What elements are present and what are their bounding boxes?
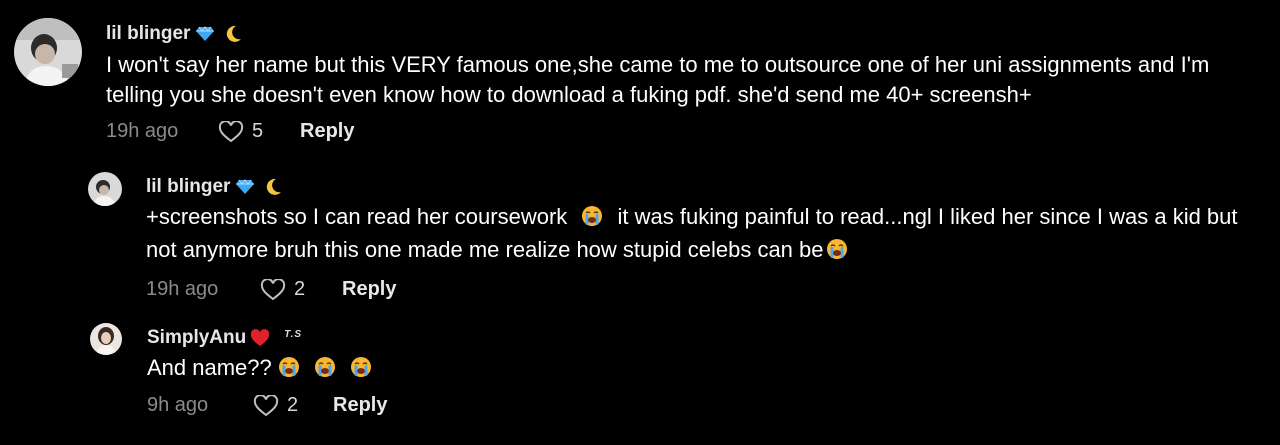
like-count: 5	[252, 120, 264, 142]
like-count: 2	[294, 278, 306, 300]
comment-author[interactable]: SimplyAnu	[147, 327, 246, 349]
red-heart-icon	[250, 329, 270, 347]
like-button[interactable]: 2	[253, 394, 333, 417]
comment-meta: 19h ago 5 Reply	[106, 120, 1246, 143]
comment-author-line: lil blinger	[106, 18, 1246, 50]
like-button[interactable]: 2	[260, 278, 342, 301]
loudly-crying-face-icon	[581, 205, 603, 235]
comment: lil blinger I won't say her name but thi…	[14, 18, 1246, 143]
ts-mark: T.S	[284, 328, 303, 340]
comment-author[interactable]: lil blinger	[106, 23, 190, 45]
reply-button[interactable]: Reply	[300, 120, 354, 143]
like-count: 2	[287, 394, 299, 416]
avatar[interactable]	[88, 172, 122, 206]
comment-text-part1: +screenshots so I can read her coursewor…	[146, 204, 568, 229]
comment-meta: 19h ago 2 Reply	[146, 278, 1256, 301]
loudly-crying-face-icon	[314, 356, 336, 386]
comment-text: I won't say her name but this VERY famou…	[106, 52, 1210, 107]
loudly-crying-face-icon	[278, 356, 300, 386]
avatar[interactable]	[14, 18, 82, 86]
diamond-icon	[196, 26, 215, 42]
heart-outline-icon	[260, 278, 286, 300]
comment-thread: lil blinger I won't say her name but thi…	[0, 0, 1280, 445]
like-button[interactable]: 5	[218, 120, 300, 143]
loudly-crying-face-icon	[350, 356, 372, 386]
comment-author-line: lil blinger	[146, 172, 1256, 202]
comment-text: +screenshots so I can read her coursewor…	[146, 202, 1256, 268]
comment-timestamp: 9h ago	[147, 394, 209, 416]
reply-button[interactable]: Reply	[342, 278, 396, 301]
crescent-moon-icon	[266, 178, 282, 196]
heart-outline-icon	[253, 394, 279, 416]
comment-reply: lil blinger +screenshots so I can read h…	[88, 172, 1256, 301]
comment-author-line: SimplyAnu T.S	[147, 323, 387, 353]
comment-timestamp: 19h ago	[106, 120, 179, 142]
comment-timestamp: 19h ago	[146, 278, 219, 300]
avatar[interactable]	[90, 323, 122, 355]
loudly-crying-face-icon	[826, 238, 848, 268]
comment-meta: 9h ago 2 Reply	[147, 394, 387, 417]
diamond-icon	[236, 179, 255, 195]
reply-button[interactable]: Reply	[333, 394, 387, 417]
crescent-moon-icon	[226, 25, 242, 43]
heart-outline-icon	[218, 120, 244, 142]
comment-author[interactable]: lil blinger	[146, 176, 230, 198]
comment-text-body: And name??	[147, 355, 272, 380]
comment-text: And name??	[147, 353, 387, 386]
comment-reply: SimplyAnu T.S And name?? 9h ago 2 Reply	[90, 323, 387, 417]
